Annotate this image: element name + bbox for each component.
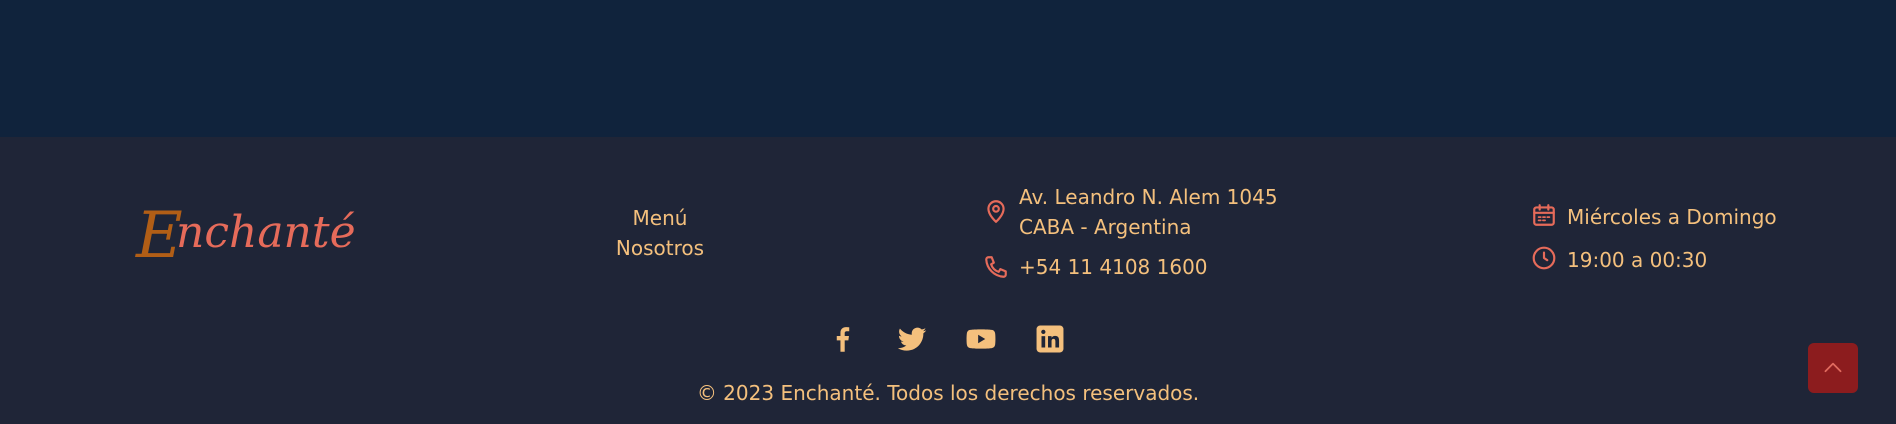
- chevron-up-icon: [1824, 362, 1842, 373]
- youtube-link[interactable]: [964, 322, 998, 356]
- facebook-icon: [836, 327, 850, 352]
- back-to-top-button[interactable]: [1808, 343, 1858, 393]
- address-line-1: Av. Leandro N. Alem 1045: [1019, 185, 1278, 209]
- clock-icon: [1531, 245, 1557, 271]
- footer-nav: Menú Nosotros: [560, 203, 760, 263]
- logo-wordmark: nchanté: [176, 207, 356, 258]
- calendar-icon: [1531, 202, 1557, 228]
- page-top-band: [0, 0, 1896, 137]
- brand-logo[interactable]: E nchanté: [132, 185, 356, 275]
- map-pin-icon: [983, 198, 1009, 224]
- social-links: [826, 322, 1067, 356]
- linkedin-icon: [1036, 325, 1064, 353]
- phone-icon: [983, 254, 1009, 280]
- twitter-icon: [897, 327, 927, 351]
- linkedin-link[interactable]: [1033, 322, 1067, 356]
- nav-link-menu[interactable]: Menú: [560, 203, 760, 233]
- address-row: Av. Leandro N. Alem 1045 CABA - Argentin…: [983, 182, 1278, 242]
- days-row: Miércoles a Domingo: [1531, 202, 1777, 232]
- twitter-link[interactable]: [895, 322, 929, 356]
- copyright-text: © 2023 Enchanté. Todos los derechos rese…: [696, 381, 1200, 405]
- phone-number[interactable]: +54 11 4108 1600: [1019, 252, 1208, 282]
- nav-link-nosotros[interactable]: Nosotros: [560, 233, 760, 263]
- opening-hours: 19:00 a 00:30: [1567, 248, 1708, 272]
- time-row: 19:00 a 00:30: [1531, 245, 1707, 275]
- opening-days: Miércoles a Domingo: [1567, 205, 1777, 229]
- phone-row[interactable]: +54 11 4108 1600: [983, 252, 1208, 282]
- address-line-2: CABA - Argentina: [1019, 215, 1192, 239]
- youtube-icon: [966, 329, 996, 349]
- facebook-link[interactable]: [826, 322, 860, 356]
